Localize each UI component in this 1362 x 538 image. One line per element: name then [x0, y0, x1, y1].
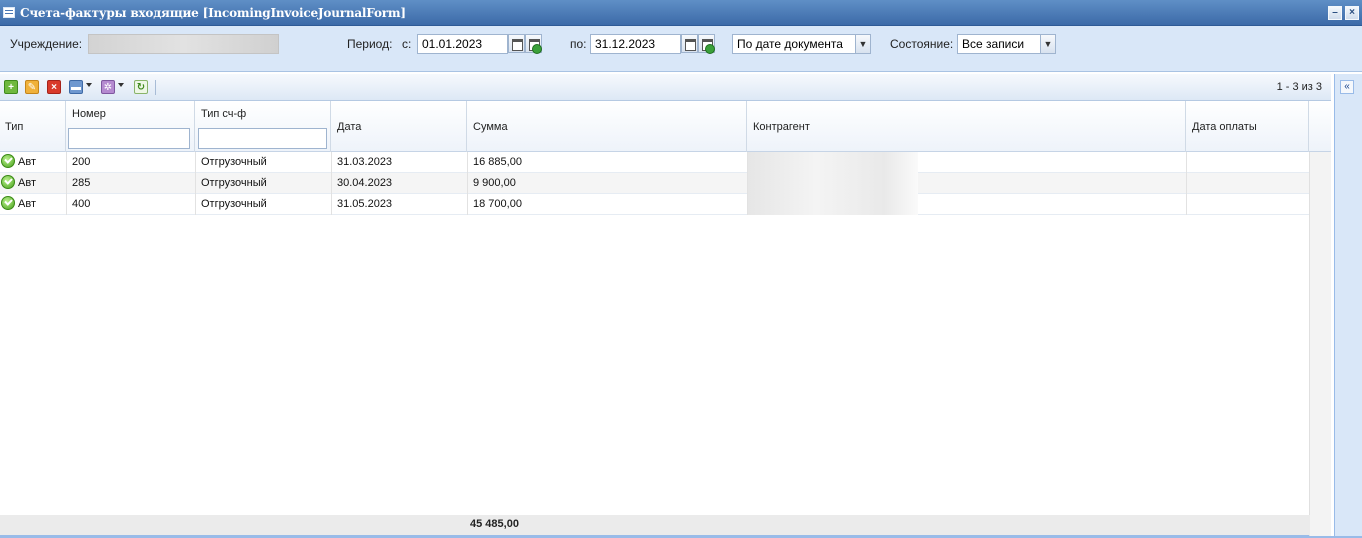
- column-header-counterparty[interactable]: Контрагент: [747, 101, 1186, 152]
- cell-type: Авт: [18, 177, 36, 189]
- state-select[interactable]: Все записи: [957, 34, 1041, 54]
- pager-info: 1 - 3 из 3: [1276, 81, 1322, 93]
- calendar-icon[interactable]: [508, 34, 525, 53]
- cell-date: 31.05.2023: [337, 198, 393, 210]
- cell-number: 200: [72, 156, 91, 168]
- cell-type: Авт: [18, 198, 36, 210]
- delete-icon[interactable]: ×: [47, 80, 61, 94]
- grid-header: Тип Номер Тип сч-ф Дата Сумма Контрагент…: [0, 101, 1331, 152]
- table-row[interactable]: Авт 400 Отгрузочный 31.05.2023 18 700,00: [0, 194, 1310, 215]
- cell-number: 400: [72, 198, 91, 210]
- cell-number: 285: [72, 177, 91, 189]
- cell-invoice-type: Отгрузочный: [201, 177, 267, 189]
- invoice-type-filter-input[interactable]: [198, 128, 327, 149]
- cell-type: Авт: [18, 156, 36, 168]
- column-header-label: Тип: [5, 121, 24, 133]
- column-header-number[interactable]: Номер: [66, 101, 195, 152]
- period-label: Период:: [347, 37, 393, 51]
- window-title: Счета-фактуры входящие [IncomingInvoiceJ…: [20, 6, 406, 20]
- calendar-clear-icon[interactable]: [698, 34, 715, 54]
- state-label: Состояние:: [890, 37, 954, 51]
- add-icon[interactable]: +: [4, 80, 18, 94]
- column-header-type[interactable]: Тип: [0, 101, 66, 152]
- cell-amount: 16 885,00: [473, 156, 522, 168]
- institution-field[interactable]: [88, 34, 279, 54]
- settings-icon[interactable]: ✲: [101, 80, 115, 94]
- summary-row: 45 485,00: [0, 515, 1310, 535]
- side-panel-collapsed: «: [1334, 74, 1362, 536]
- counterparty-redacted: [748, 152, 918, 215]
- cell-invoice-type: Отгрузочный: [201, 156, 267, 168]
- date-mode-select[interactable]: По дате документа: [732, 34, 856, 54]
- toolbar-separator: [155, 80, 156, 95]
- chevron-down-icon[interactable]: ▼: [855, 34, 871, 54]
- status-ok-icon: [1, 154, 15, 168]
- period-from-input[interactable]: 01.01.2023: [417, 34, 508, 54]
- number-filter-input[interactable]: [68, 128, 190, 149]
- chevron-down-icon[interactable]: ▼: [1040, 34, 1056, 54]
- calendar-clear-icon[interactable]: [525, 34, 542, 54]
- cell-date: 31.03.2023: [337, 156, 393, 168]
- column-header-label: Сумма: [473, 121, 508, 133]
- minimize-icon[interactable]: –: [1328, 6, 1342, 20]
- grid-toolbar: + ✎ × ▬ ✲ ↻ 1 - 3 из 3: [0, 74, 1331, 101]
- refresh-icon[interactable]: ↻: [134, 80, 148, 94]
- grid-rows: Авт 200 Отгрузочный 31.03.2023 16 885,00…: [0, 152, 1310, 215]
- grid-icon: [3, 7, 15, 18]
- invoice-grid-panel: + ✎ × ▬ ✲ ↻ 1 - 3 из 3 Тип Номер Тип сч-…: [0, 74, 1331, 536]
- column-header-date[interactable]: Дата: [331, 101, 467, 152]
- edit-icon[interactable]: ✎: [25, 80, 39, 94]
- table-row[interactable]: Авт 285 Отгрузочный 30.04.2023 9 900,00: [0, 173, 1310, 194]
- table-row[interactable]: Авт 200 Отгрузочный 31.03.2023 16 885,00: [0, 152, 1310, 173]
- status-ok-icon: [1, 175, 15, 189]
- column-header-label: Контрагент: [753, 121, 810, 133]
- column-header-amount[interactable]: Сумма: [467, 101, 747, 152]
- column-header-label: Дата оплаты: [1192, 121, 1257, 133]
- vertical-scrollbar[interactable]: [1309, 152, 1331, 536]
- total-amount: 45 485,00: [470, 518, 519, 530]
- close-icon[interactable]: ×: [1345, 6, 1359, 20]
- cell-invoice-type: Отгрузочный: [201, 198, 267, 210]
- cell-amount: 9 900,00: [473, 177, 516, 189]
- cell-date: 30.04.2023: [337, 177, 393, 189]
- column-header-invoice-type[interactable]: Тип сч-ф: [195, 101, 331, 152]
- column-header-label: Номер: [72, 108, 106, 120]
- institution-label: Учреждение:: [10, 37, 83, 51]
- column-header-label: Дата: [337, 121, 362, 133]
- period-to-input[interactable]: 31.12.2023: [590, 34, 681, 54]
- filter-bar: Учреждение: Период: с: 01.01.2023 по: 31…: [0, 26, 1362, 72]
- status-ok-icon: [1, 196, 15, 210]
- print-dropdown-icon[interactable]: [86, 83, 92, 87]
- calendar-icon[interactable]: [681, 34, 698, 53]
- column-header-label: Тип сч-ф: [201, 108, 247, 120]
- cell-amount: 18 700,00: [473, 198, 522, 210]
- print-icon[interactable]: ▬: [69, 80, 83, 94]
- column-header-payment-date[interactable]: Дата оплаты: [1186, 101, 1309, 152]
- window-titlebar: Счета-фактуры входящие [IncomingInvoiceJ…: [0, 0, 1362, 26]
- period-to-label: по:: [570, 37, 587, 51]
- settings-dropdown-icon[interactable]: [118, 83, 124, 87]
- period-from-label: с:: [402, 37, 412, 51]
- expand-panel-icon[interactable]: «: [1340, 80, 1354, 94]
